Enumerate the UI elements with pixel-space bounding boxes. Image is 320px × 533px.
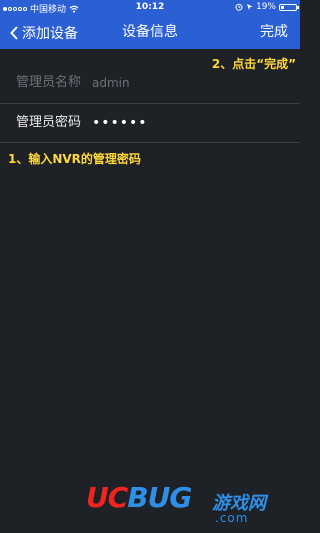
status-bar: 中国移动 10:12 19% bbox=[0, 0, 300, 16]
username-value: admin bbox=[92, 76, 130, 90]
battery-level bbox=[281, 5, 284, 9]
password-label: 管理员密码 bbox=[16, 115, 82, 130]
username-label: 管理员名称 bbox=[16, 75, 82, 90]
battery-icon bbox=[279, 3, 299, 11]
watermark-brand: UCBUG bbox=[86, 481, 192, 514]
password-field[interactable]: •••••• bbox=[92, 104, 148, 142]
alarm-icon bbox=[235, 3, 243, 11]
page-title: 设备信息 bbox=[122, 24, 178, 40]
watermark-bug: BUG bbox=[127, 481, 192, 514]
status-right: 19% bbox=[235, 2, 299, 12]
watermark-logo: UCBUG 游戏网 .com bbox=[0, 475, 300, 533]
divider bbox=[0, 142, 300, 143]
navigation-bar: 添加设备 设备信息 完成 bbox=[0, 16, 300, 49]
location-icon bbox=[246, 4, 253, 10]
watermark-dotcom: .com bbox=[215, 511, 249, 525]
battery-percent: 19% bbox=[255, 2, 276, 12]
watermark-uc: UC bbox=[86, 481, 128, 514]
username-row: 管理员名称 admin bbox=[0, 64, 300, 102]
password-row[interactable]: 管理员密码 •••••• bbox=[0, 104, 300, 142]
annotation-step-1: 1、输入NVR的管理密码 bbox=[8, 152, 141, 166]
done-button[interactable]: 完成 bbox=[260, 16, 288, 49]
